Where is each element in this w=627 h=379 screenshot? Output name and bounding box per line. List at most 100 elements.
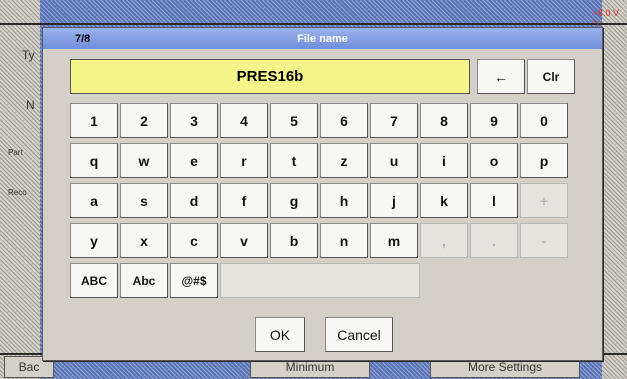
- key-label: 4: [240, 112, 248, 129]
- key[interactable]: u: [370, 143, 418, 178]
- background-label-part: Part: [8, 148, 23, 157]
- clear-key[interactable]: Clr: [527, 59, 575, 94]
- key[interactable]: 2: [120, 103, 168, 138]
- key[interactable]: r: [220, 143, 268, 178]
- dialog-titlebar: 7/8 File name: [43, 28, 602, 49]
- filename-value: PRES16b: [236, 68, 304, 85]
- key-label: 9: [490, 112, 498, 129]
- key[interactable]: 8: [420, 103, 468, 138]
- key[interactable]: w: [120, 143, 168, 178]
- key[interactable]: l: [470, 183, 518, 218]
- key[interactable]: 5: [270, 103, 318, 138]
- file-name-dialog: 7/8 File name PRES16b ← Clr 1 2 3 4 5 6 7 8 9 0 q w…: [42, 27, 603, 361]
- key-label: g: [289, 192, 299, 209]
- key[interactable]: m: [370, 223, 418, 258]
- key-label: ,: [442, 232, 446, 249]
- key-label: 1: [90, 112, 98, 129]
- background-label-name: N: [26, 98, 35, 112]
- key-label: f: [241, 192, 247, 209]
- key[interactable]: j: [370, 183, 418, 218]
- key[interactable]: y: [70, 223, 118, 258]
- space-key[interactable]: [220, 263, 420, 298]
- key-label: u: [389, 152, 399, 169]
- key-label: n: [339, 232, 349, 249]
- key[interactable]: b: [270, 223, 318, 258]
- key-label: 0: [540, 112, 548, 129]
- background-label-record: Reco: [8, 188, 27, 197]
- background-divider: [0, 23, 627, 25]
- key[interactable]: k: [420, 183, 468, 218]
- key-label: m: [387, 232, 401, 249]
- key-label: e: [190, 152, 198, 169]
- ok-button[interactable]: OK: [255, 317, 305, 352]
- key[interactable]: z: [320, 143, 368, 178]
- key-label: t: [291, 152, 297, 169]
- mode-key-capitalize[interactable]: Abc: [120, 263, 168, 298]
- key-label: 2: [140, 112, 148, 129]
- key[interactable]: v: [220, 223, 268, 258]
- key-label: j: [392, 192, 396, 209]
- key[interactable]: +: [520, 183, 568, 218]
- key[interactable]: 3: [170, 103, 218, 138]
- background-status-voltage: +8.0 V °r: [592, 8, 619, 28]
- key-label: w: [138, 152, 150, 169]
- key[interactable]: o: [470, 143, 518, 178]
- background-right-panel: [602, 0, 627, 379]
- key[interactable]: p: [520, 143, 568, 178]
- key-label: .: [492, 232, 496, 249]
- key-label: z: [340, 152, 348, 169]
- key-label: 3: [190, 112, 198, 129]
- key-label: h: [339, 192, 349, 209]
- key[interactable]: g: [270, 183, 318, 218]
- key[interactable]: 9: [470, 103, 518, 138]
- key-label: p: [539, 152, 549, 169]
- key-label: l: [492, 192, 496, 209]
- key-label: c: [190, 232, 198, 249]
- key[interactable]: e: [170, 143, 218, 178]
- key[interactable]: 6: [320, 103, 368, 138]
- filename-input[interactable]: PRES16b: [70, 59, 470, 94]
- key-label: r: [241, 152, 247, 169]
- key[interactable]: .: [470, 223, 518, 258]
- key[interactable]: x: [120, 223, 168, 258]
- mode-key-uppercase[interactable]: ABC: [70, 263, 118, 298]
- key[interactable]: s: [120, 183, 168, 218]
- key[interactable]: -: [520, 223, 568, 258]
- key[interactable]: 1: [70, 103, 118, 138]
- key[interactable]: d: [170, 183, 218, 218]
- backspace-icon: ←: [494, 68, 508, 85]
- key[interactable]: 4: [220, 103, 268, 138]
- key[interactable]: ,: [420, 223, 468, 258]
- cancel-button[interactable]: Cancel: [325, 317, 393, 352]
- key[interactable]: 7: [370, 103, 418, 138]
- key-label: 7: [390, 112, 398, 129]
- key[interactable]: 0: [520, 103, 568, 138]
- key[interactable]: c: [170, 223, 218, 258]
- key[interactable]: a: [70, 183, 118, 218]
- dialog-title: File name: [297, 33, 348, 45]
- key-label: y: [90, 232, 98, 249]
- key-label: +: [539, 192, 549, 209]
- backspace-key[interactable]: ←: [477, 59, 525, 94]
- key-label: 8: [440, 112, 448, 129]
- key-label: 6: [340, 112, 348, 129]
- key-label: o: [489, 152, 499, 169]
- key-label: a: [90, 192, 98, 209]
- key[interactable]: q: [70, 143, 118, 178]
- key-label: d: [189, 192, 199, 209]
- key-label: b: [289, 232, 299, 249]
- key[interactable]: f: [220, 183, 268, 218]
- key-label: k: [440, 192, 448, 209]
- key-label: -: [541, 232, 547, 249]
- key-label: s: [140, 192, 148, 209]
- key[interactable]: h: [320, 183, 368, 218]
- key[interactable]: n: [320, 223, 368, 258]
- key-label: v: [240, 232, 248, 249]
- key-label: x: [140, 232, 148, 249]
- key-label: q: [89, 152, 99, 169]
- key[interactable]: i: [420, 143, 468, 178]
- background-label-type: Ty: [22, 48, 35, 62]
- mode-key-symbols[interactable]: @#$: [170, 263, 218, 298]
- key[interactable]: t: [270, 143, 318, 178]
- key-label: i: [442, 152, 446, 169]
